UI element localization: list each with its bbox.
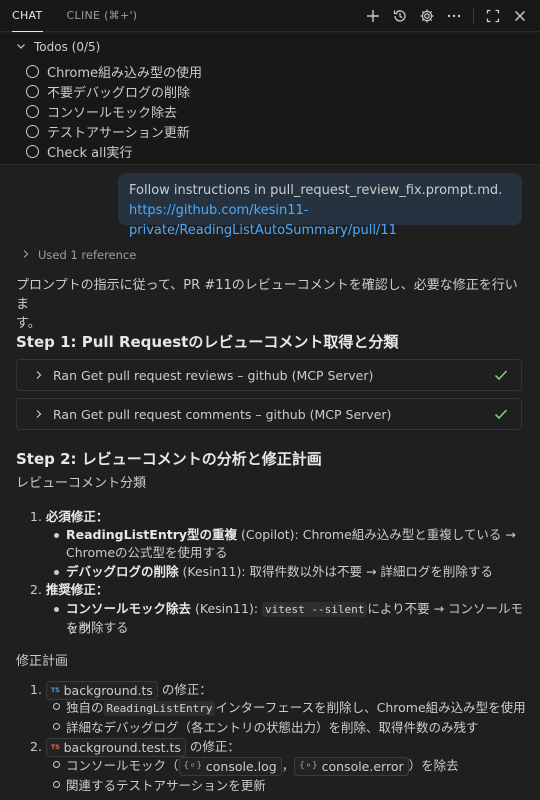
todo-label: コンソールモック除去 bbox=[47, 106, 178, 121]
todo-item[interactable]: コンソールモック除去 bbox=[26, 102, 177, 121]
pull-request-link[interactable]: https://github.com/kesin11-private/Readi… bbox=[129, 201, 511, 241]
bullet bbox=[53, 723, 60, 730]
circle-icon bbox=[26, 125, 39, 138]
gear-icon[interactable] bbox=[419, 8, 435, 24]
inline-code: vitest --silent bbox=[262, 602, 368, 617]
todo-item[interactable]: 不要デバッグログの削除 bbox=[26, 82, 190, 101]
typescript-file-icon: TS bbox=[50, 686, 60, 694]
intro-line: プロンプトの指示に従って、PR #11のレビューコメントを確認し、必要な修正を行… bbox=[16, 278, 518, 312]
symbol-icon: {⚬} bbox=[299, 761, 318, 771]
list-item-recommended: 2. 推奨修正： bbox=[30, 582, 109, 597]
tool-call-label: Ran Get pull request comments – github (… bbox=[53, 406, 392, 422]
tool-call-reviews[interactable]: Ran Get pull request reviews – github (M… bbox=[16, 359, 522, 391]
symbol-chip[interactable]: {⚬} console.log bbox=[178, 757, 282, 776]
circle-icon bbox=[26, 105, 39, 118]
list-item-cont: Chromeの公式型を使用する bbox=[66, 545, 228, 560]
user-message: Follow instructions in pull_request_revi… bbox=[118, 173, 522, 238]
bullet bbox=[53, 703, 60, 710]
symbol-icon: {⚬} bbox=[183, 761, 202, 771]
todo-item[interactable]: Chrome組み込み型の使用 bbox=[26, 62, 202, 81]
chevron-right-icon bbox=[35, 368, 43, 383]
plus-icon[interactable] bbox=[365, 8, 381, 24]
check-icon bbox=[493, 367, 509, 386]
check-icon bbox=[493, 406, 509, 425]
todo-label: 不要デバッグログの削除 bbox=[47, 86, 191, 101]
header-actions bbox=[365, 0, 528, 32]
circle-icon bbox=[26, 85, 39, 98]
inline-code: ReadingListEntry bbox=[103, 701, 216, 716]
bullet bbox=[53, 781, 60, 788]
user-message-text: Follow instructions in pull_request_revi… bbox=[129, 183, 503, 198]
bullet bbox=[54, 570, 59, 575]
todo-label: テストアサーション更新 bbox=[47, 126, 190, 141]
todo-label: Check all実行 bbox=[47, 146, 133, 161]
list-item: コンソールモック除去 (Kesin11): vitest --silent により… bbox=[66, 601, 524, 636]
list-item: 詳細なデバッグログ（各エントリの状態出力）を削除、取得件数のみ残す bbox=[66, 720, 479, 735]
plan-item-2: 2. TS background.test.ts の修正： bbox=[30, 738, 240, 757]
tab-cline[interactable]: CLINE (⌘+') bbox=[55, 0, 150, 32]
chevron-down-icon bbox=[16, 40, 26, 54]
todos-panel: Todos (0/5) Chrome組み込み型の使用 不要デバッグログの削除 コ… bbox=[0, 33, 540, 165]
classification-label: レビューコメント分類 bbox=[16, 476, 147, 491]
plan-item-1: 1. TS background.ts の修正： bbox=[30, 681, 212, 700]
list-item: ReadingListEntry型の重複 (Copilot): Chrome組み… bbox=[66, 527, 516, 542]
more-icon[interactable] bbox=[446, 8, 462, 24]
list-item: デバッグログの削除 (Kesin11): 取得件数以外は不要 → 詳細ログを削除… bbox=[66, 564, 493, 579]
tool-call-label: Ran Get pull request reviews – github (M… bbox=[53, 367, 374, 383]
chat-header: CHAT CLINE (⌘+') bbox=[0, 0, 540, 32]
list-item: 独自の ReadingListEntry インターフェースを削除し、Chrome組み… bbox=[66, 700, 526, 716]
bullet bbox=[53, 761, 60, 768]
circle-icon bbox=[26, 65, 39, 78]
intro-paragraph: プロンプトの指示に従って、PR #11のレビューコメントを確認し、必要な修正を行… bbox=[16, 276, 526, 333]
circle-icon bbox=[26, 145, 39, 158]
step1-heading: Step 1: Pull Requestのレビューコメント取得と分類 bbox=[16, 333, 399, 351]
history-icon[interactable] bbox=[392, 8, 408, 24]
maximize-icon[interactable] bbox=[485, 8, 501, 24]
symbol-chip[interactable]: {⚬} console.error bbox=[294, 757, 409, 776]
close-icon[interactable] bbox=[512, 8, 528, 24]
list-item-cont: を削除する bbox=[66, 620, 129, 635]
tool-call-comments[interactable]: Ran Get pull request comments – github (… bbox=[16, 398, 522, 430]
chevron-right-icon bbox=[22, 248, 30, 262]
todos-header[interactable]: Todos (0/5) bbox=[16, 40, 100, 54]
list-item: 関連するテストアサーションを更新 bbox=[66, 778, 266, 793]
list-item-required: 1. 必須修正： bbox=[30, 509, 109, 524]
chevron-right-icon bbox=[35, 407, 43, 422]
list-item: コンソールモック（ {⚬} console.log， {⚬} console.error… bbox=[66, 757, 459, 776]
step2-heading: Step 2: レビューコメントの分析と修正計画 bbox=[16, 450, 322, 468]
used-reference[interactable]: Used 1 reference bbox=[22, 248, 136, 262]
todo-label: Chrome組み込み型の使用 bbox=[47, 66, 202, 81]
todo-item[interactable]: テストアサーション更新 bbox=[26, 122, 190, 141]
reference-label: Used 1 reference bbox=[38, 248, 137, 262]
bullet bbox=[54, 607, 59, 612]
tab-chat[interactable]: CHAT bbox=[0, 0, 55, 32]
divider bbox=[473, 8, 474, 24]
file-chip[interactable]: TS background.test.ts bbox=[45, 738, 186, 757]
todos-title: Todos (0/5) bbox=[34, 40, 101, 54]
plan-label: 修正計画 bbox=[16, 654, 69, 669]
todo-item[interactable]: Check all実行 bbox=[26, 142, 132, 161]
typescript-test-file-icon: TS bbox=[50, 743, 60, 751]
bullet bbox=[54, 533, 59, 538]
